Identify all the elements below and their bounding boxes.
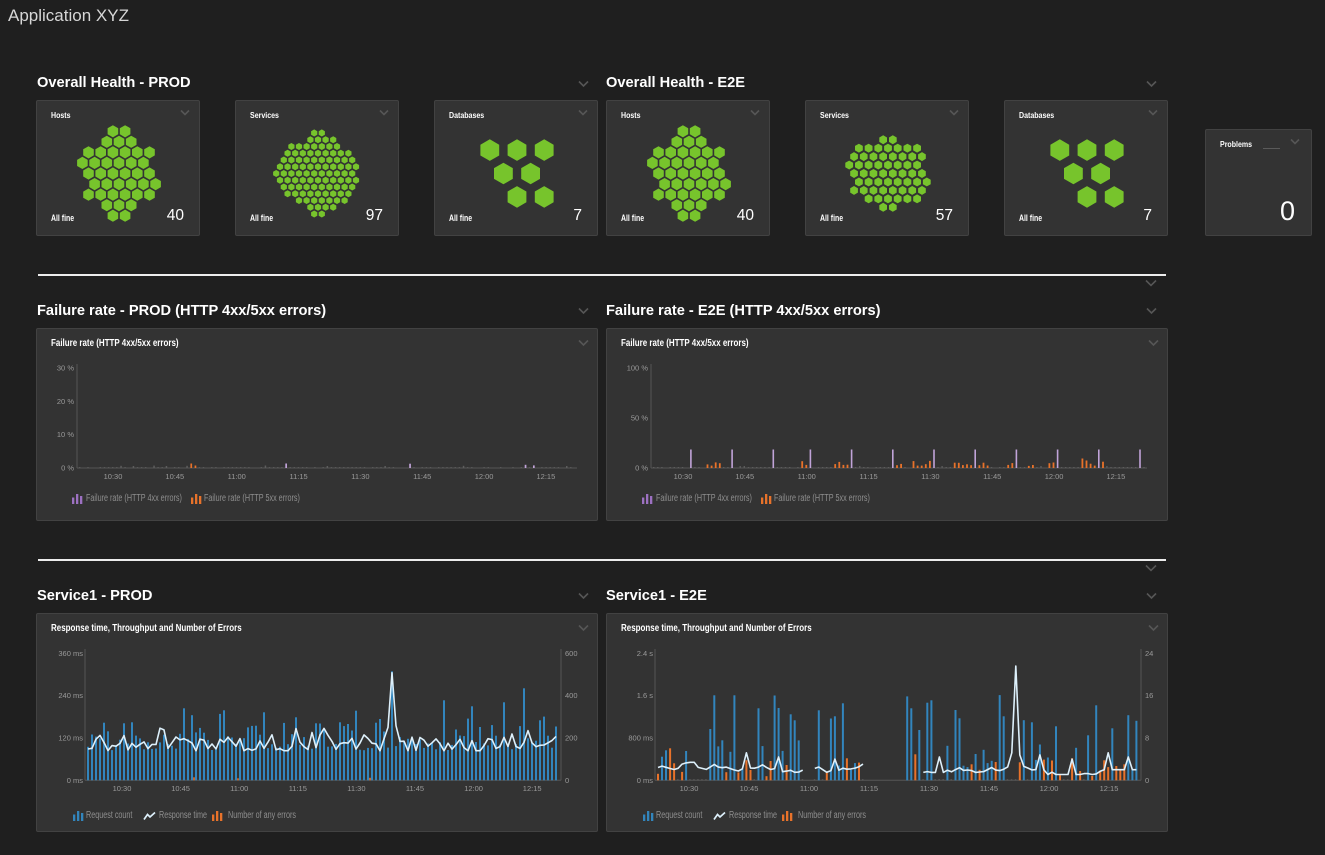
svg-text:24: 24 bbox=[1145, 649, 1153, 658]
svg-text:10:45: 10:45 bbox=[171, 784, 190, 793]
svg-text:11:15: 11:15 bbox=[860, 784, 878, 793]
svg-text:10:45: 10:45 bbox=[165, 472, 184, 481]
svg-text:10:30: 10:30 bbox=[104, 472, 123, 481]
svg-text:16: 16 bbox=[1145, 691, 1153, 700]
svg-text:11:30: 11:30 bbox=[921, 472, 939, 481]
svg-text:11:45: 11:45 bbox=[983, 472, 1001, 481]
svg-text:11:30: 11:30 bbox=[351, 472, 369, 481]
svg-text:10:45: 10:45 bbox=[740, 784, 759, 793]
svg-text:50 %: 50 % bbox=[631, 414, 648, 423]
svg-text:11:00: 11:00 bbox=[798, 472, 816, 481]
svg-text:0 %: 0 % bbox=[61, 464, 74, 473]
svg-text:12:00: 12:00 bbox=[464, 784, 483, 793]
svg-text:600: 600 bbox=[565, 649, 578, 658]
svg-text:0 %: 0 % bbox=[635, 464, 648, 473]
svg-text:12:00: 12:00 bbox=[1040, 784, 1059, 793]
svg-text:11:00: 11:00 bbox=[228, 472, 246, 481]
svg-text:200: 200 bbox=[565, 734, 578, 743]
svg-text:12:00: 12:00 bbox=[475, 472, 494, 481]
svg-text:10:30: 10:30 bbox=[674, 472, 693, 481]
svg-text:8: 8 bbox=[1145, 734, 1149, 743]
svg-text:10:45: 10:45 bbox=[735, 472, 754, 481]
svg-text:11:45: 11:45 bbox=[406, 784, 424, 793]
svg-text:11:30: 11:30 bbox=[920, 784, 938, 793]
svg-text:1.6 s: 1.6 s bbox=[637, 691, 654, 700]
svg-text:11:45: 11:45 bbox=[413, 472, 431, 481]
svg-text:11:45: 11:45 bbox=[980, 784, 998, 793]
svg-text:100 %: 100 % bbox=[627, 364, 649, 373]
svg-text:10 %: 10 % bbox=[57, 430, 74, 439]
svg-text:10:30: 10:30 bbox=[113, 784, 132, 793]
svg-text:800 ms: 800 ms bbox=[628, 734, 653, 743]
svg-text:12:15: 12:15 bbox=[523, 784, 542, 793]
svg-text:11:15: 11:15 bbox=[289, 472, 307, 481]
svg-text:20 %: 20 % bbox=[57, 397, 74, 406]
svg-text:12:15: 12:15 bbox=[1100, 784, 1119, 793]
svg-text:11:15: 11:15 bbox=[289, 784, 307, 793]
svg-text:11:30: 11:30 bbox=[347, 784, 365, 793]
svg-text:11:00: 11:00 bbox=[800, 784, 818, 793]
svg-text:30 %: 30 % bbox=[57, 364, 74, 373]
svg-text:10:30: 10:30 bbox=[680, 784, 699, 793]
svg-text:0 ms: 0 ms bbox=[637, 776, 654, 785]
svg-text:12:15: 12:15 bbox=[1107, 472, 1126, 481]
svg-text:12:00: 12:00 bbox=[1045, 472, 1064, 481]
svg-text:2.4 s: 2.4 s bbox=[637, 649, 654, 658]
svg-text:400: 400 bbox=[565, 691, 578, 700]
svg-text:240 ms: 240 ms bbox=[58, 691, 83, 700]
svg-text:0: 0 bbox=[1145, 776, 1149, 785]
svg-text:11:00: 11:00 bbox=[230, 784, 248, 793]
svg-text:0 ms: 0 ms bbox=[67, 776, 84, 785]
svg-text:12:15: 12:15 bbox=[537, 472, 556, 481]
svg-text:360 ms: 360 ms bbox=[58, 649, 83, 658]
svg-text:0: 0 bbox=[565, 776, 569, 785]
svg-text:120 ms: 120 ms bbox=[58, 734, 83, 743]
svg-text:11:15: 11:15 bbox=[859, 472, 877, 481]
